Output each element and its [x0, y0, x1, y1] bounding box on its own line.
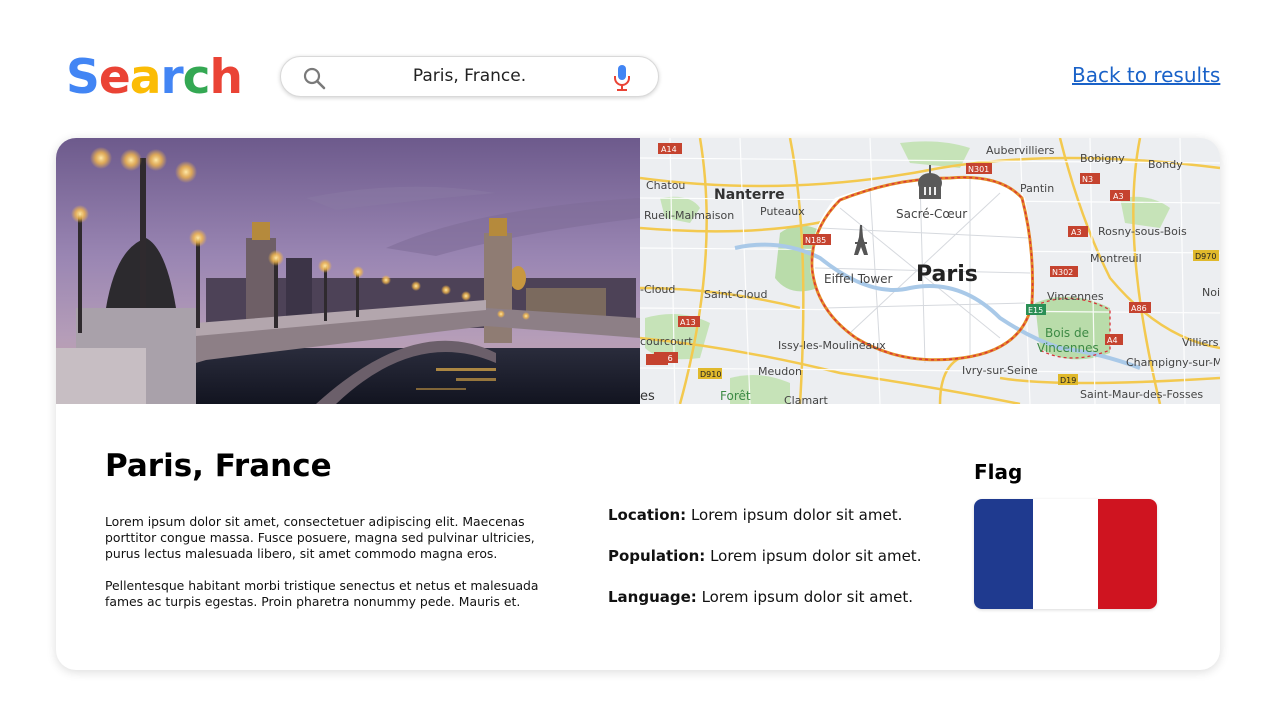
map-label: Forêt: [720, 389, 751, 403]
road-label: D910: [700, 370, 721, 379]
map-label: Eiffel Tower: [824, 272, 893, 286]
map-label: Ivry-sur-Seine: [962, 364, 1038, 377]
map-label: Vincennes: [1047, 290, 1104, 303]
fact-value: Lorem ipsum dolor sit amet.: [701, 588, 913, 606]
logo-letter: h: [209, 50, 243, 105]
road-label: A86: [1131, 304, 1147, 313]
road-label: A13: [680, 318, 696, 327]
map-label: Rueil-Malmaison: [644, 209, 734, 222]
description-paragraph: Lorem ipsum dolor sit amet, consectetuer…: [105, 514, 535, 561]
logo: Search: [66, 50, 243, 105]
search-icon[interactable]: [302, 66, 326, 90]
logo-letter: S: [66, 50, 100, 105]
flag-stripe-red: [1098, 499, 1157, 609]
road-label: A3: [1071, 228, 1082, 237]
map-label: Rosny-sous-Bois: [1098, 225, 1187, 238]
map-label: Issy-les-Moulineaux: [778, 339, 886, 352]
fact-value: Lorem ipsum dolor sit amet.: [690, 506, 903, 524]
description-paragraph: Pellentesque habitant morbi tristique se…: [105, 578, 539, 609]
map-label: Clamart: [784, 394, 828, 404]
map-label: Nanterre: [714, 187, 785, 203]
map-label: -Cloud: [640, 283, 675, 296]
map-label: Champigny-sur-M: [1126, 356, 1220, 369]
road-label: N301: [968, 165, 989, 174]
road-label: D19: [1060, 376, 1076, 385]
fact-label: Language:: [608, 588, 697, 606]
map-label: Pantin: [1020, 182, 1054, 195]
fact-value: Lorem ipsum dolor sit amet.: [710, 547, 922, 565]
place-title: Paris, France: [105, 448, 332, 484]
map-label: Sacré-Cœur: [896, 207, 967, 221]
search-bar[interactable]: Paris, France.: [280, 56, 659, 97]
france-flag: [974, 499, 1157, 609]
map-label: Noi: [1202, 286, 1220, 299]
fact-population: Population: Lorem ipsum dolor sit amet.: [608, 547, 921, 565]
search-input[interactable]: Paris, France.: [341, 66, 598, 86]
road-label: E15: [1028, 306, 1043, 315]
road-label: N185: [805, 236, 826, 245]
fact-language: Language: Lorem ipsum dolor sit amet.: [608, 588, 913, 606]
map-label: Saint-Cloud: [704, 288, 767, 301]
map-label: Villiers: [1182, 336, 1219, 349]
map-label: courcourt: [640, 335, 693, 348]
road-label: N3: [1082, 175, 1093, 184]
flag-stripe-blue: [974, 499, 1033, 609]
map-label: Aubervilliers: [986, 144, 1055, 157]
paris-map[interactable]: A14 A86 N301 N3 A3 N185 A3 N302 D970 A86…: [640, 138, 1220, 404]
map-label: Meudon: [758, 365, 802, 378]
logo-letter: c: [182, 50, 211, 105]
back-to-results-link[interactable]: Back to results: [1072, 63, 1220, 87]
fact-location: Location: Lorem ipsum dolor sit amet.: [608, 506, 902, 524]
fact-label: Location:: [608, 506, 687, 524]
microphone-icon[interactable]: [611, 64, 633, 92]
road-label: A14: [661, 145, 677, 154]
road-label: D970: [1195, 252, 1216, 261]
map-label: es: [640, 389, 655, 404]
logo-letter: r: [160, 50, 183, 105]
paris-photo: [56, 138, 640, 404]
flag-stripe-white: [1033, 499, 1098, 609]
map-label: Bobigny: [1080, 152, 1125, 165]
logo-letter: a: [129, 50, 162, 105]
map-label: Montreuil: [1090, 252, 1142, 265]
flag-label: Flag: [974, 460, 1023, 484]
road-label: A4: [1107, 336, 1118, 345]
fact-label: Population:: [608, 547, 706, 565]
road-label: A3: [1113, 192, 1124, 201]
result-card: A14 A86 N301 N3 A3 N185 A3 N302 D970 A86…: [56, 138, 1220, 670]
map-label: Bondy: [1148, 158, 1183, 171]
road-label: N302: [1052, 268, 1073, 277]
map-label: Chatou: [646, 179, 685, 192]
logo-letter: e: [98, 50, 131, 105]
map-label: Bois de: [1045, 326, 1089, 340]
map-label: Vincennes: [1037, 341, 1099, 355]
map-label: Paris: [916, 262, 978, 287]
map-graphic: A14 A86 N301 N3 A3 N185 A3 N302 D970 A86…: [640, 138, 1220, 404]
map-label: Puteaux: [760, 205, 805, 218]
map-label: Saint-Maur-des-Fosses: [1080, 388, 1203, 401]
